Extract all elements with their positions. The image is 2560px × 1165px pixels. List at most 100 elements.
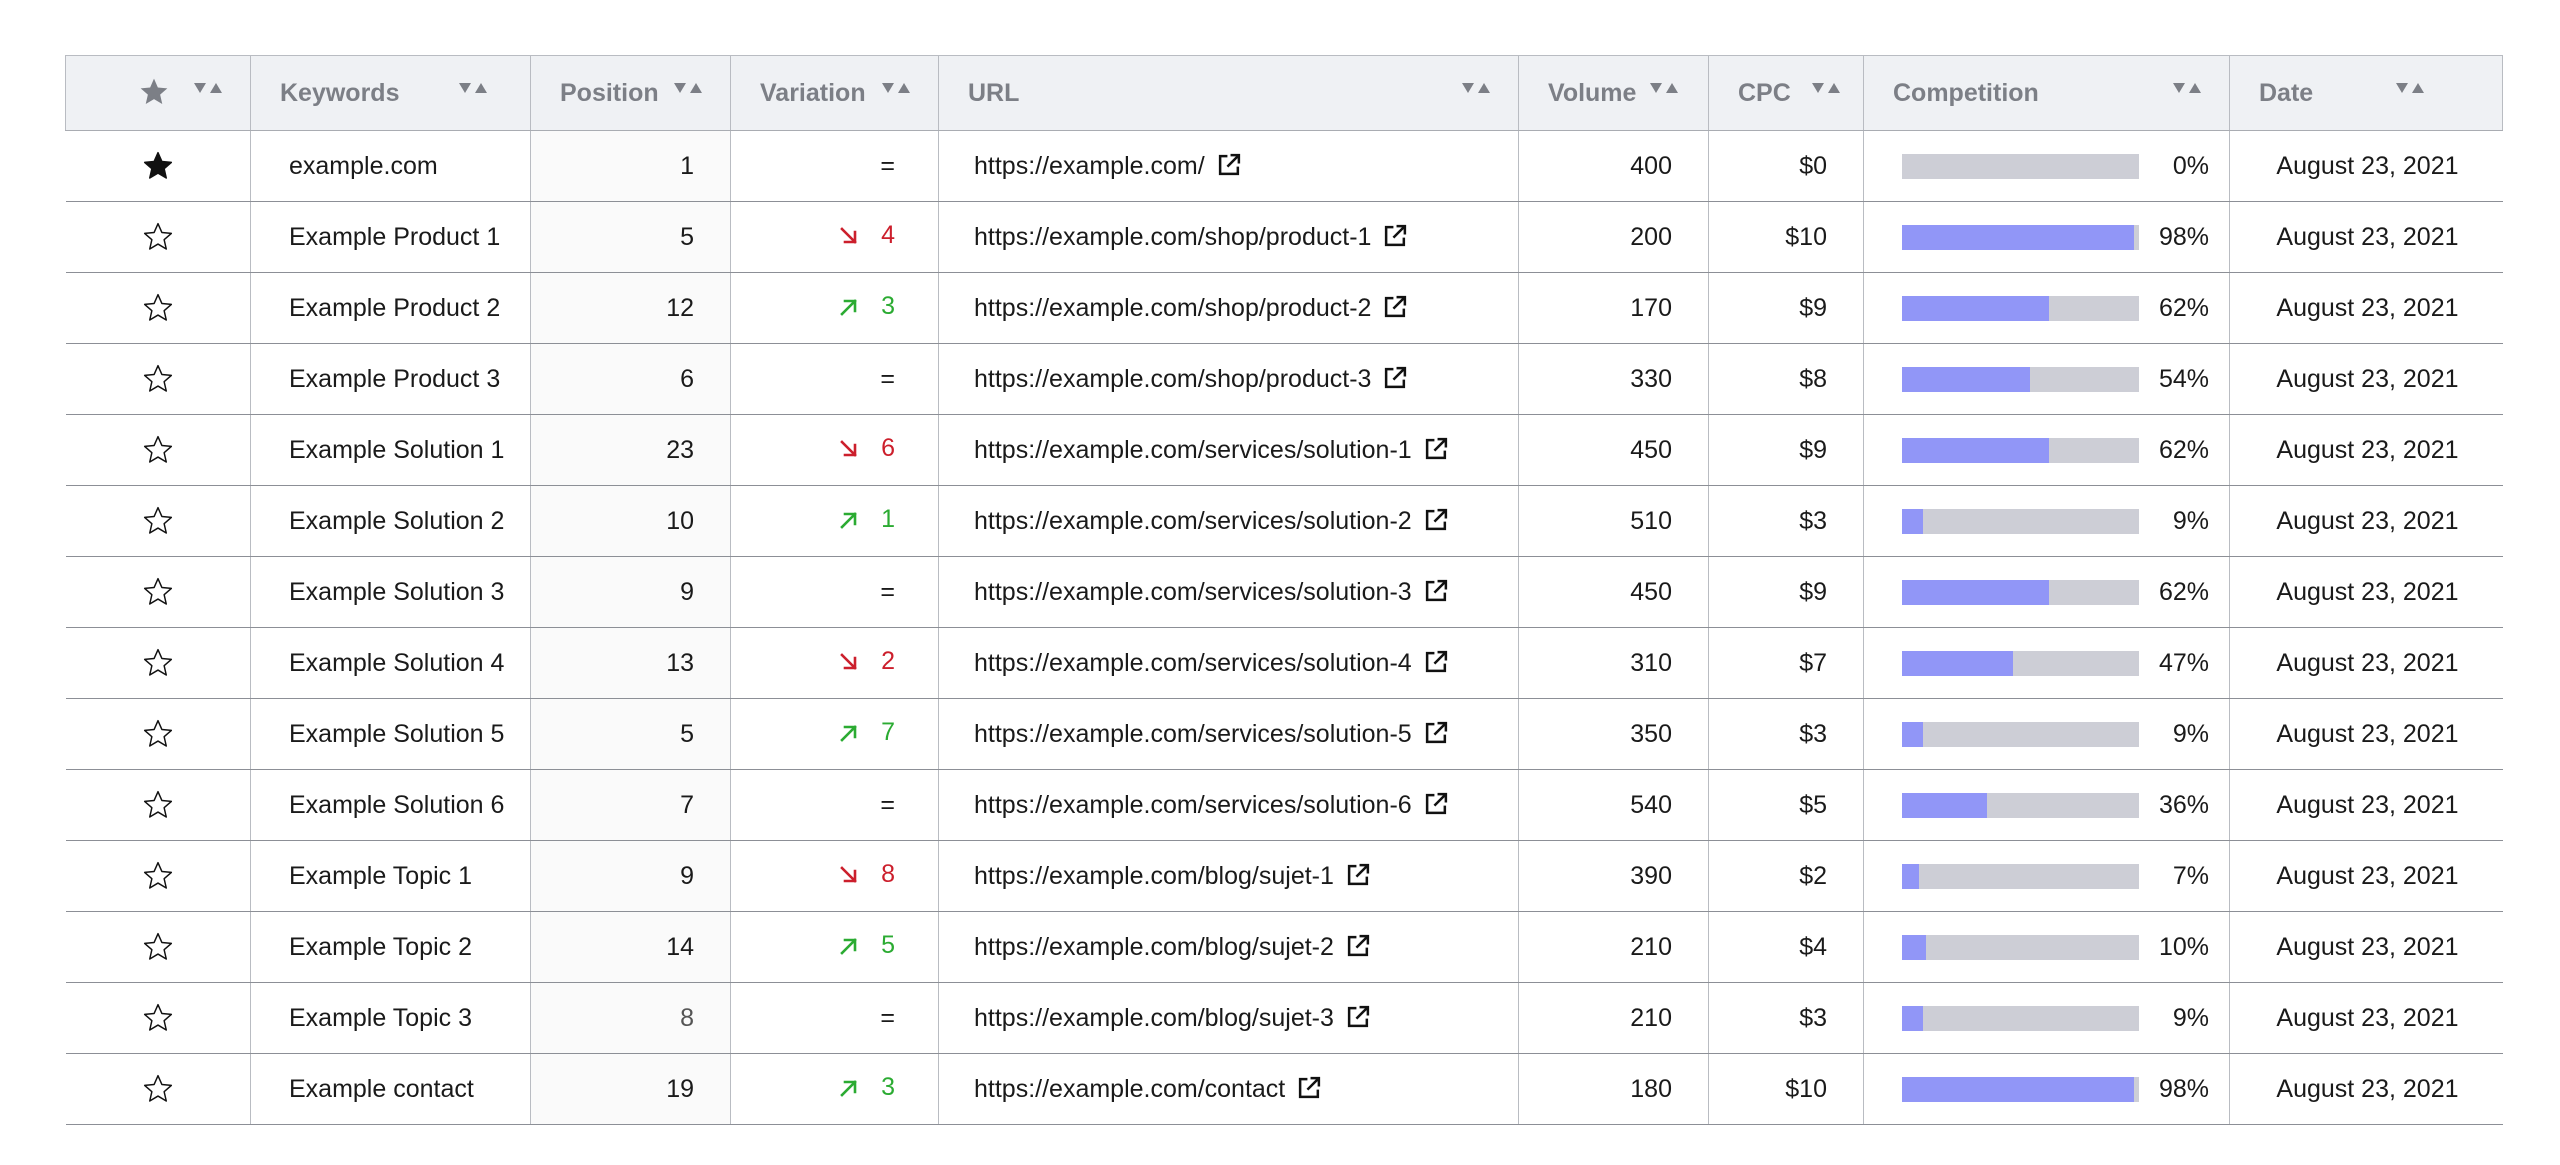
external-link-icon[interactable]: [1346, 1004, 1371, 1029]
external-link-icon[interactable]: [1383, 294, 1408, 319]
header-date[interactable]: Date: [2229, 55, 2503, 131]
header-competition-label: Competition: [1893, 79, 2039, 107]
url-link[interactable]: https://example.com/services/solution-3: [974, 578, 1412, 606]
external-link-icon[interactable]: [1346, 862, 1371, 887]
star-filled-icon[interactable]: [142, 150, 174, 182]
star-outline-icon[interactable]: [142, 718, 174, 750]
header-favorite[interactable]: [65, 55, 251, 131]
sort-icon[interactable]: [458, 80, 488, 100]
url-link[interactable]: https://example.com/services/solution-6: [974, 791, 1412, 819]
url-link[interactable]: https://example.com/shop/product-3: [974, 365, 1371, 393]
url-link[interactable]: https://example.com/contact: [974, 1075, 1285, 1103]
favorite-cell: [65, 769, 251, 841]
table-row: example.com 1 = https://example.com/400 $0 0%…: [65, 130, 2503, 202]
variation-value: =: [880, 578, 895, 607]
external-link-icon[interactable]: [1297, 1075, 1322, 1100]
header-volume[interactable]: Volume: [1518, 55, 1709, 131]
position-cell: 7: [530, 769, 731, 841]
external-link-icon[interactable]: [1424, 436, 1449, 461]
url-link[interactable]: https://example.com/blog/sujet-2: [974, 933, 1334, 961]
competition-cell: 98%: [1863, 201, 2230, 273]
date-cell: August 23, 2021: [2229, 414, 2503, 486]
url-link[interactable]: https://example.com/shop/product-1: [974, 223, 1371, 251]
arrow-up-right-icon: [840, 298, 857, 316]
star-outline-icon[interactable]: [142, 221, 174, 253]
header-keywords[interactable]: Keywords: [250, 55, 531, 131]
sort-icon[interactable]: [673, 80, 703, 100]
keyword-cell: Example contact: [250, 1053, 531, 1125]
external-link-icon[interactable]: [1346, 933, 1371, 958]
keyword-cell: Example Solution 2: [250, 485, 531, 557]
star-outline-icon[interactable]: [142, 505, 174, 537]
url-cell: https://example.com/shop/product-1: [938, 201, 1519, 273]
star-outline-icon[interactable]: [142, 1073, 174, 1105]
table-row: Example Product 2 12 3 https://example.com/…: [65, 272, 2503, 344]
date-cell: August 23, 2021: [2229, 911, 2503, 983]
favorite-cell: [65, 485, 251, 557]
external-link-icon[interactable]: [1383, 365, 1408, 390]
competition-meter: 47%: [1864, 649, 2229, 678]
cpc-cell: $4: [1708, 911, 1864, 983]
sort-icon[interactable]: [1649, 80, 1679, 100]
sort-icon[interactable]: [2395, 80, 2425, 100]
star-outline-icon[interactable]: [142, 931, 174, 963]
url-link[interactable]: https://example.com/shop/product-2: [974, 294, 1371, 322]
sort-icon[interactable]: [193, 80, 223, 100]
external-link-icon[interactable]: [1383, 223, 1408, 248]
url-link[interactable]: https://example.com/blog/sujet-3: [974, 1004, 1334, 1032]
star-outline-icon[interactable]: [142, 576, 174, 608]
url-link[interactable]: https://example.com/services/solution-4: [974, 649, 1412, 677]
header-cpc[interactable]: CPC: [1708, 55, 1864, 131]
cpc-cell: $9: [1708, 272, 1864, 344]
sort-icon[interactable]: [1461, 80, 1491, 100]
arrow-up-right-icon: [840, 511, 857, 529]
position-cell: 10: [530, 485, 731, 557]
sort-icon[interactable]: [881, 80, 911, 100]
header-position[interactable]: Position: [530, 55, 731, 131]
external-link-icon[interactable]: [1424, 507, 1449, 532]
competition-bar: [1902, 863, 2139, 889]
cpc-cell: $10: [1708, 1053, 1864, 1125]
competition-bar: [1902, 224, 2139, 250]
variation-text: 3: [881, 292, 895, 321]
competition-percent: 62%: [2158, 293, 2209, 322]
favorite-cell: [65, 343, 251, 415]
header-variation[interactable]: Variation: [730, 55, 939, 131]
competition-bar-fill: [1902, 934, 1926, 960]
variation-cell: 6: [730, 414, 939, 486]
variation-cell: 1: [730, 485, 939, 557]
date-cell: August 23, 2021: [2229, 556, 2503, 628]
keyword-cell: Example Topic 1: [250, 840, 531, 912]
external-link-icon[interactable]: [1424, 649, 1449, 674]
star-outline-icon[interactable]: [142, 860, 174, 892]
competition-bar: [1902, 934, 2139, 960]
keyword-cell: Example Solution 1: [250, 414, 531, 486]
star-outline-icon[interactable]: [142, 1002, 174, 1034]
variation-text: =: [880, 151, 895, 180]
star-outline-icon[interactable]: [142, 363, 174, 395]
star-outline-icon[interactable]: [142, 789, 174, 821]
competition-meter: 54%: [1864, 365, 2229, 394]
external-link-icon[interactable]: [1424, 791, 1449, 816]
arrow-down-right-icon: [840, 439, 857, 457]
competition-percent: 98%: [2158, 222, 2209, 251]
star-outline-icon[interactable]: [142, 647, 174, 679]
external-link-icon[interactable]: [1217, 152, 1242, 177]
date-cell: August 23, 2021: [2229, 1053, 2503, 1125]
competition-bar: [1902, 295, 2139, 321]
sort-icon[interactable]: [1811, 80, 1841, 100]
star-outline-icon[interactable]: [142, 434, 174, 466]
star-outline-icon[interactable]: [142, 292, 174, 324]
header-competition[interactable]: Competition: [1863, 55, 2230, 131]
header-url[interactable]: URL: [938, 55, 1519, 131]
external-link-icon[interactable]: [1424, 578, 1449, 603]
url-link[interactable]: https://example.com/services/solution-1: [974, 436, 1412, 464]
variation-value: 7: [839, 718, 895, 747]
url-link[interactable]: https://example.com/services/solution-2: [974, 507, 1412, 535]
url-link[interactable]: https://example.com/: [974, 152, 1205, 180]
keyword-cell: Example Product 2: [250, 272, 531, 344]
url-link[interactable]: https://example.com/blog/sujet-1: [974, 862, 1334, 890]
external-link-icon[interactable]: [1424, 720, 1449, 745]
sort-icon[interactable]: [2172, 80, 2202, 100]
url-link[interactable]: https://example.com/services/solution-5: [974, 720, 1412, 748]
